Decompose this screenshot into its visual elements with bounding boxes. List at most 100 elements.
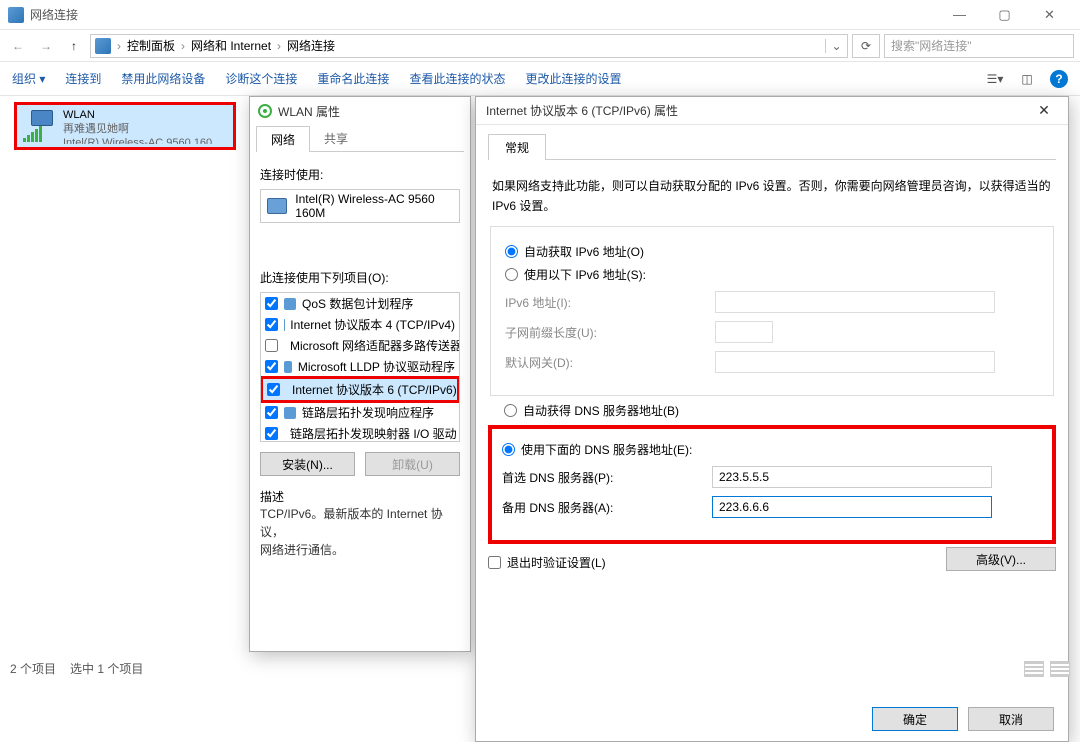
window-titlebar: 网络连接 — ▢ ✕ xyxy=(0,0,1080,30)
ipv6-address-label: IPv6 地址(I): xyxy=(505,294,705,311)
dialog-title: WLAN 属性 xyxy=(250,97,470,125)
protocol-list[interactable]: QoS 数据包计划程序 Internet 协议版本 4 (TCP/IPv4) Mic… xyxy=(260,292,460,442)
manual-ipv6-label: 使用以下 IPv6 地址(S): xyxy=(524,266,646,283)
connect-to-button[interactable]: 连接到 xyxy=(65,70,101,87)
adapter-name: WLAN xyxy=(63,108,212,122)
tab-share[interactable]: 共享 xyxy=(309,125,363,151)
wifi-icon xyxy=(258,104,272,118)
large-icons-view-icon[interactable] xyxy=(1050,661,1070,677)
help-icon[interactable]: ? xyxy=(1050,70,1068,88)
chevron-right-icon: › xyxy=(113,39,125,53)
details-view-icon[interactable] xyxy=(1024,661,1044,677)
protocol-item[interactable]: Microsoft LLDP 协议驱动程序 xyxy=(261,356,459,377)
organize-menu[interactable]: 组织 ▾ xyxy=(12,70,45,87)
validate-on-exit-label: 退出时验证设置(L) xyxy=(507,554,606,571)
auto-ipv6-radio[interactable] xyxy=(505,245,518,258)
back-button[interactable]: ← xyxy=(6,34,30,58)
chevron-right-icon: › xyxy=(273,39,285,53)
protocol-label: 链路层拓扑发现映射器 I/O 驱动 xyxy=(290,425,457,442)
connect-using-label: 连接时使用: xyxy=(260,166,460,183)
protocol-item[interactable]: 链路层拓扑发现映射器 I/O 驱动 xyxy=(261,423,459,442)
change-settings-button[interactable]: 更改此连接的设置 xyxy=(525,70,621,87)
refresh-button[interactable]: ⟳ xyxy=(852,34,880,58)
ok-button[interactable]: 确定 xyxy=(872,707,958,731)
rename-button[interactable]: 重命名此连接 xyxy=(317,70,389,87)
protocol-icon xyxy=(284,361,292,373)
selected-count: 选中 1 个项目 xyxy=(70,660,143,677)
window-title: 网络连接 xyxy=(30,6,937,23)
items-label: 此连接使用下列项目(O): xyxy=(260,269,460,286)
address-bar: ← → ↑ › 控制面板 › 网络和 Internet › 网络连接 ⌄ ⟳ 搜… xyxy=(0,30,1080,62)
protocol-label: QoS 数据包计划程序 xyxy=(302,295,413,312)
protocol-checkbox[interactable] xyxy=(265,406,278,419)
diagnose-button[interactable]: 诊断这个连接 xyxy=(225,70,297,87)
forward-button: → xyxy=(34,34,58,58)
protocol-checkbox[interactable] xyxy=(265,360,278,373)
maximize-button[interactable]: ▢ xyxy=(982,1,1027,29)
item-count: 2 个项目 xyxy=(10,660,56,677)
adapter-wlan[interactable]: WLAN 再难遇见她啊 Intel(R) Wireless-AC 9560 16… xyxy=(14,102,236,150)
view-mode-icons[interactable] xyxy=(1024,661,1070,677)
protocol-label: 链路层拓扑发现响应程序 xyxy=(302,404,434,421)
validate-on-exit-checkbox[interactable] xyxy=(488,556,501,569)
alternate-dns-input[interactable] xyxy=(712,496,992,518)
breadcrumb-item[interactable]: 网络和 Internet xyxy=(191,37,271,54)
dialog-titlebar: Internet 协议版本 6 (TCP/IPv6) 属性 ✕ xyxy=(476,97,1068,125)
protocol-checkbox[interactable] xyxy=(267,383,280,396)
close-button[interactable]: ✕ xyxy=(1024,99,1064,123)
preferred-dns-input[interactable] xyxy=(712,466,992,488)
advanced-button[interactable]: 高级(V)... xyxy=(946,547,1056,571)
up-button[interactable]: ↑ xyxy=(62,34,86,58)
nic-name: Intel(R) Wireless-AC 9560 160M xyxy=(295,192,453,220)
adapter-ssid: 再难遇见她啊 xyxy=(63,122,212,136)
chevron-right-icon: › xyxy=(177,39,189,53)
install-button[interactable]: 安装(N)... xyxy=(260,452,355,476)
protocol-label: Internet 协议版本 4 (TCP/IPv4) xyxy=(290,316,455,333)
dialog-title-text: Internet 协议版本 6 (TCP/IPv6) 属性 xyxy=(486,102,678,119)
protocol-checkbox[interactable] xyxy=(265,297,278,310)
nic-icon xyxy=(267,198,287,214)
prefix-length-label: 子网前缀长度(U): xyxy=(505,324,705,341)
uninstall-button: 卸载(U) xyxy=(365,452,460,476)
protocol-icon xyxy=(284,298,296,310)
preferred-dns-label: 首选 DNS 服务器(P): xyxy=(502,469,702,486)
tab-general[interactable]: 常规 xyxy=(488,134,546,160)
protocol-item[interactable]: 链路层拓扑发现响应程序 xyxy=(261,402,459,423)
chevron-down-icon[interactable]: ⌄ xyxy=(825,39,843,53)
auto-dns-radio[interactable] xyxy=(504,404,517,417)
preview-pane-icon[interactable]: ◫ xyxy=(1018,70,1036,88)
protocol-label: Internet 协议版本 6 (TCP/IPv6) xyxy=(292,381,457,398)
protocol-item[interactable]: Microsoft 网络适配器多路传送器 xyxy=(261,335,459,356)
description-text: TCP/IPv6。最新版本的 Internet 协议， 网络进行通信。 xyxy=(260,505,460,559)
minimize-button[interactable]: — xyxy=(937,1,982,29)
protocol-item[interactable]: Internet 协议版本 6 (TCP/IPv6) xyxy=(260,376,460,403)
default-gateway-input xyxy=(715,351,995,373)
alternate-dns-label: 备用 DNS 服务器(A): xyxy=(502,499,702,516)
breadcrumb[interactable]: › 控制面板 › 网络和 Internet › 网络连接 ⌄ xyxy=(90,34,848,58)
auto-ipv6-label: 自动获取 IPv6 地址(O) xyxy=(524,243,644,260)
cancel-button[interactable]: 取消 xyxy=(968,707,1054,731)
protocol-label: Microsoft 网络适配器多路传送器 xyxy=(290,337,460,354)
protocol-checkbox[interactable] xyxy=(265,318,278,331)
toolbar: 组织 ▾ 连接到 禁用此网络设备 诊断这个连接 重命名此连接 查看此连接的状态 … xyxy=(0,62,1080,96)
nic-selector[interactable]: Intel(R) Wireless-AC 9560 160M xyxy=(260,189,460,223)
tab-network[interactable]: 网络 xyxy=(256,126,310,152)
view-options-icon[interactable]: ☰▾ xyxy=(986,70,1004,88)
manual-ipv6-radio[interactable] xyxy=(505,268,518,281)
search-input[interactable]: 搜索"网络连接" xyxy=(884,34,1074,58)
view-status-button[interactable]: 查看此连接的状态 xyxy=(409,70,505,87)
wlan-properties-dialog: WLAN 属性 网络 共享 连接时使用: Intel(R) Wireless-A… xyxy=(249,96,471,652)
description-label: 描述 xyxy=(260,488,460,505)
manual-dns-label: 使用下面的 DNS 服务器地址(E): xyxy=(521,441,692,458)
breadcrumb-item[interactable]: 控制面板 xyxy=(127,37,175,54)
breadcrumb-item[interactable]: 网络连接 xyxy=(287,37,335,54)
protocol-checkbox[interactable] xyxy=(265,427,278,440)
protocol-checkbox[interactable] xyxy=(265,339,278,352)
protocol-item[interactable]: Internet 协议版本 4 (TCP/IPv4) xyxy=(261,314,459,335)
disable-device-button[interactable]: 禁用此网络设备 xyxy=(121,70,205,87)
protocol-item[interactable]: QoS 数据包计划程序 xyxy=(261,293,459,314)
adapter-device: Intel(R) Wireless-AC 9560 160 xyxy=(63,136,212,144)
close-button[interactable]: ✕ xyxy=(1027,1,1072,29)
auto-dns-label: 自动获得 DNS 服务器地址(B) xyxy=(523,402,679,419)
manual-dns-radio[interactable] xyxy=(502,443,515,456)
